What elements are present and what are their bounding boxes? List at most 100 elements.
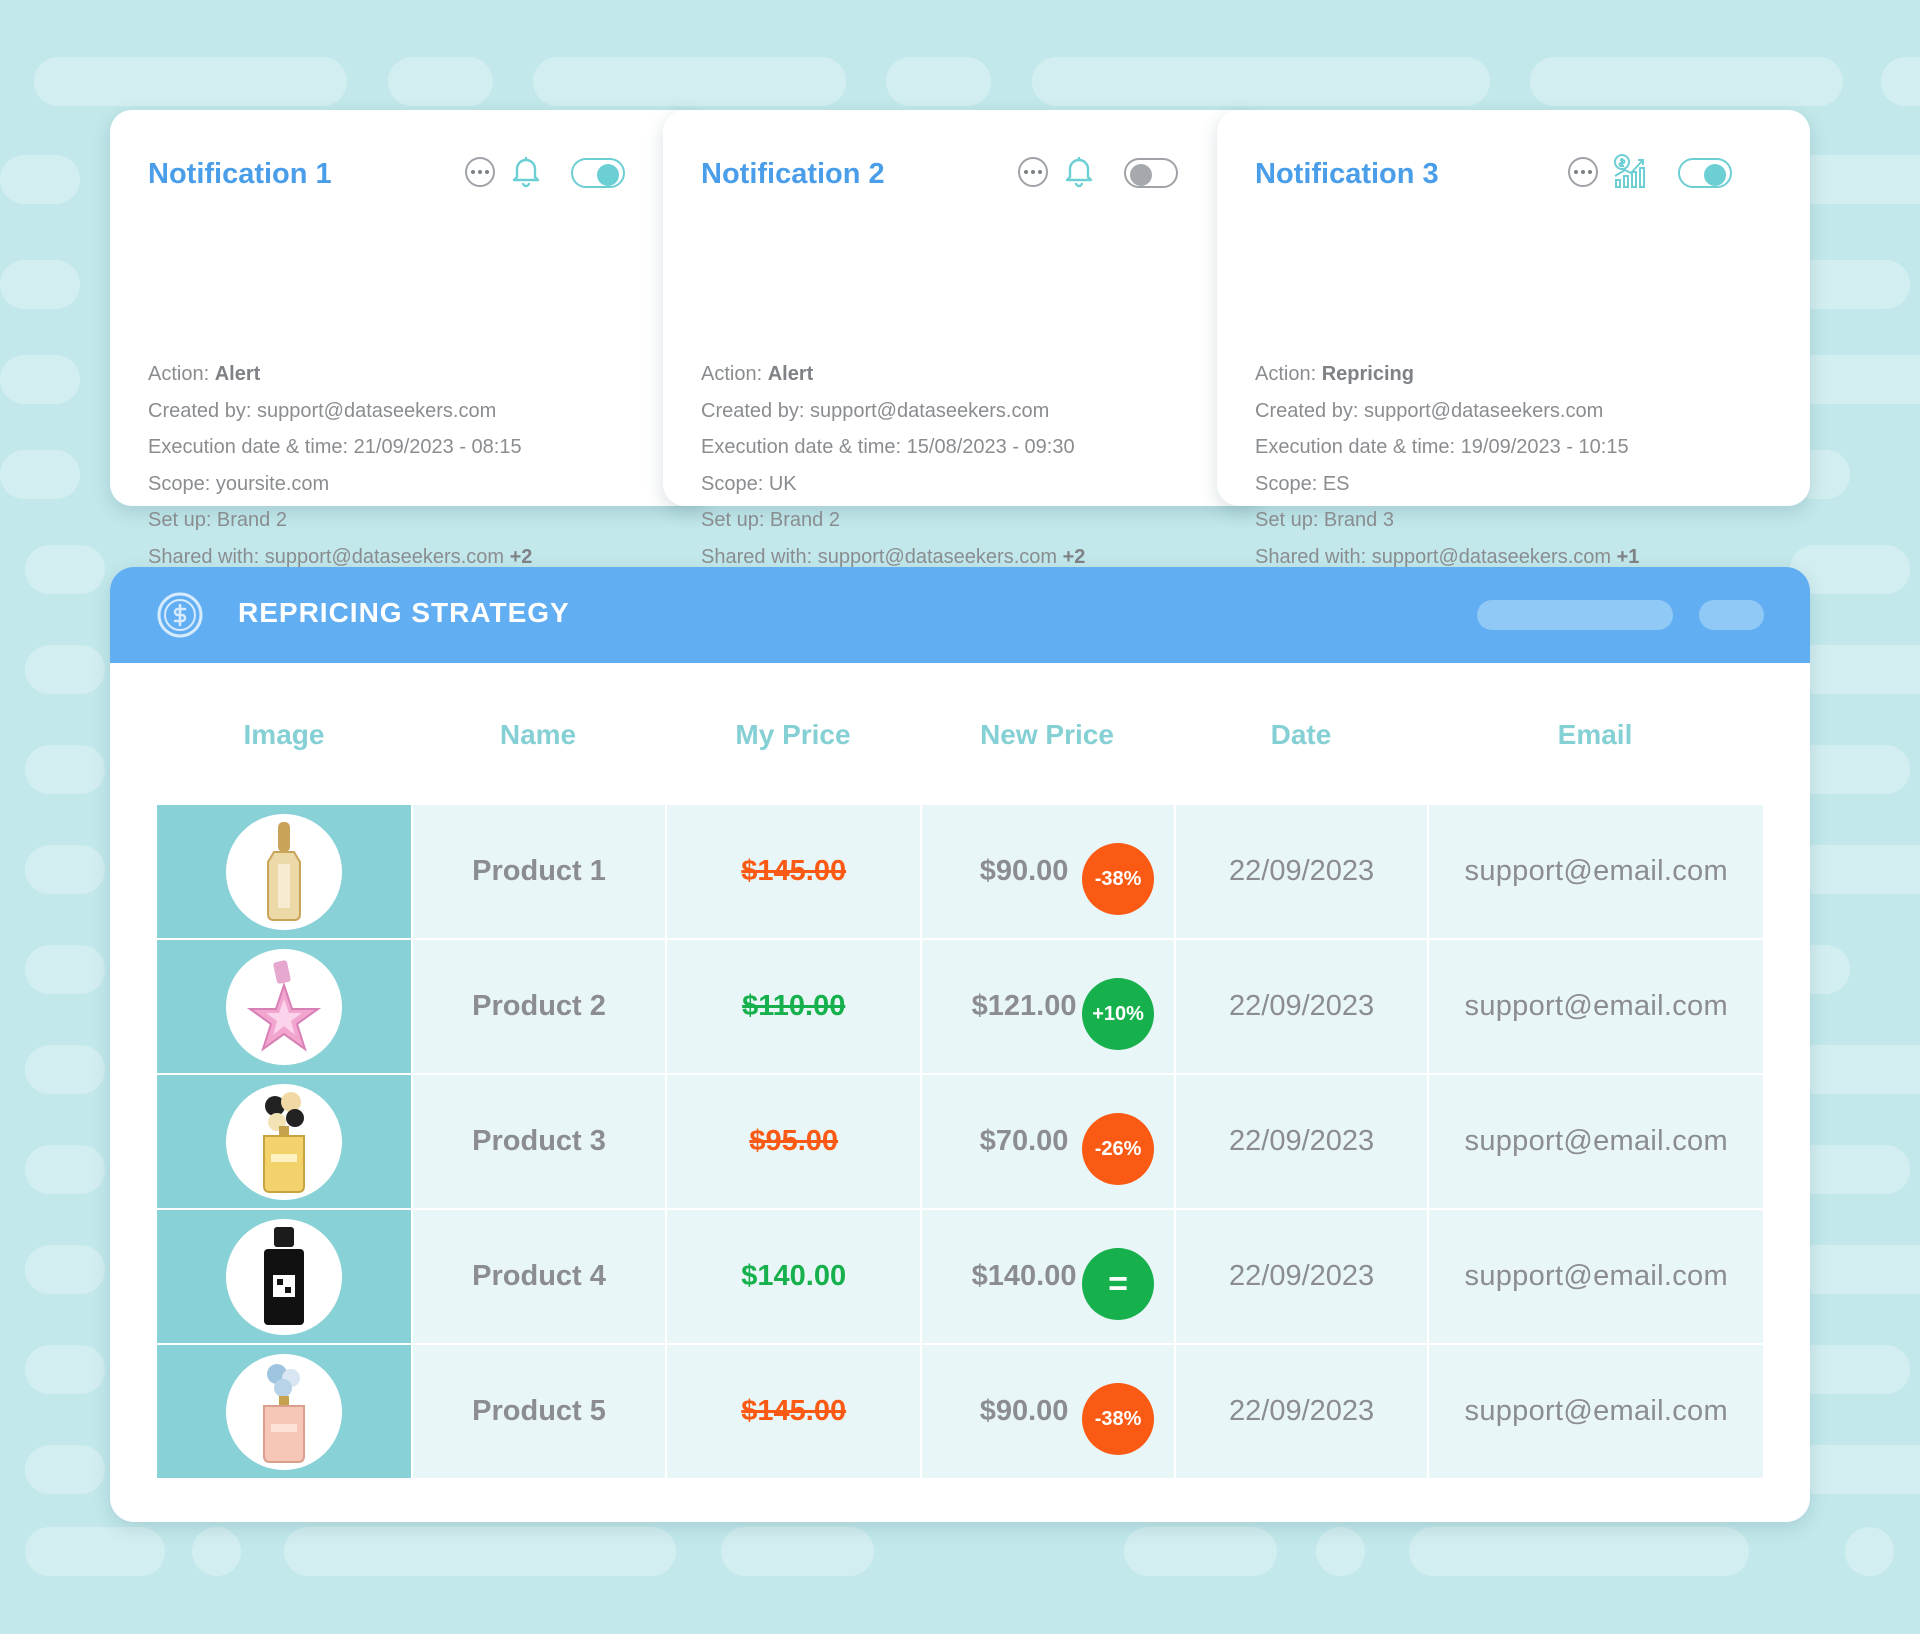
header-search-bar[interactable] — [1477, 600, 1673, 630]
notification-toggle[interactable] — [571, 158, 625, 188]
notification-details: Action: Alert Created by: support@datase… — [148, 356, 532, 576]
product-thumbnail[interactable] — [225, 813, 342, 930]
header-action-button[interactable] — [1699, 600, 1764, 630]
new-price: $121.00 — [971, 990, 1077, 1022]
date-cell: 22/09/2023 — [1175, 940, 1428, 1073]
my-price: $110.00 — [742, 990, 846, 1022]
created-by: Created by: support@dataseekers.com — [1255, 399, 1604, 422]
image-cell — [157, 1075, 411, 1208]
setup: Set up: Brand 3 — [1255, 509, 1394, 532]
execution-datetime: Execution date & time: 15/08/2023 - 09:3… — [701, 436, 1075, 459]
new-price: $90.00 — [979, 855, 1069, 887]
product-name: Product 5 — [412, 1345, 666, 1478]
scope: Scope: UK — [701, 472, 797, 495]
action-label: Action: — [1255, 363, 1317, 385]
email-cell[interactable]: support@email.com — [1429, 940, 1764, 1073]
scope: Scope: ES — [1255, 472, 1350, 495]
more-options-button[interactable] — [465, 157, 495, 187]
product-name: Product 3 — [412, 1075, 666, 1208]
notification-card-1: Notification 1 Action: Alert Created by:… — [110, 110, 710, 568]
table-row[interactable]: Product 2 $110.00 $121.00 +10% 22/09/202… — [157, 940, 1764, 1075]
my-price-cell: $145.00 — [667, 1345, 921, 1478]
email-cell[interactable]: support@email.com — [1429, 805, 1764, 938]
table-row[interactable]: Product 5 $145.00 $90.00 -38% 22/09/2023… — [157, 1345, 1764, 1480]
my-price: $145.00 — [741, 855, 847, 887]
table-row[interactable]: Product 3 $95.00 $70.00 -26% 22/09/2023 … — [157, 1075, 1764, 1210]
email-cell[interactable]: support@email.com — [1429, 1075, 1764, 1208]
my-price: $140.00 — [741, 1260, 847, 1292]
price-change-badge: -38% — [1082, 1383, 1155, 1455]
new-price-cell: $90.00 -38% — [922, 805, 1174, 938]
action-value: Alert — [767, 363, 814, 385]
column-header-image[interactable]: Image — [157, 719, 411, 751]
new-price-cell: $90.00 -38% — [922, 1345, 1174, 1478]
date-cell: 22/09/2023 — [1175, 1075, 1428, 1208]
image-cell — [157, 940, 411, 1073]
new-price-cell: $140.00 = — [922, 1210, 1174, 1343]
notification-title: Notification 2 — [701, 158, 885, 190]
product-name: Product 4 — [412, 1210, 666, 1343]
scope: Scope: yoursite.com — [148, 472, 330, 495]
new-price-cell: $70.00 -26% — [922, 1075, 1174, 1208]
repricing-strategy-panel: REPRICING STRATEGY Image Name My Price N… — [110, 567, 1810, 1522]
action-value: Repricing — [1321, 363, 1414, 385]
shared-with: Shared with: support@dataseekers.com — [148, 545, 505, 568]
new-price: $90.00 — [979, 1395, 1069, 1427]
created-by: Created by: support@dataseekers.com — [148, 399, 497, 422]
action-value: Alert — [214, 363, 261, 385]
more-options-button[interactable] — [1568, 157, 1598, 187]
perfume-bottle-pink-icon — [262, 1363, 305, 1463]
shared-extra-count[interactable]: +2 — [510, 546, 533, 568]
table-row[interactable]: Product 1 $145.00 $90.00 -38% 22/09/2023… — [157, 805, 1764, 940]
perfume-bottle-gold-icon — [266, 821, 301, 921]
product-thumbnail[interactable] — [225, 1218, 342, 1335]
shared-extra-count[interactable]: +2 — [1063, 546, 1086, 568]
my-price-cell: $145.00 — [667, 805, 921, 938]
notification-title: Notification 1 — [148, 158, 332, 190]
price-change-badge: = — [1082, 1248, 1155, 1320]
my-price-cell: $140.00 — [667, 1210, 921, 1343]
date-cell: 22/09/2023 — [1175, 1345, 1428, 1478]
execution-datetime: Execution date & time: 19/09/2023 - 10:1… — [1255, 436, 1629, 459]
notification-toggle[interactable] — [1678, 158, 1732, 188]
bell-icon[interactable] — [1061, 152, 1097, 190]
execution-datetime: Execution date & time: 21/09/2023 - 08:1… — [148, 436, 522, 459]
email-cell[interactable]: support@email.com — [1429, 1210, 1764, 1343]
new-price: $70.00 — [979, 1125, 1069, 1157]
my-price-cell: $110.00 — [667, 940, 921, 1073]
product-thumbnail[interactable] — [225, 1353, 342, 1470]
repricing-table: Product 1 $145.00 $90.00 -38% 22/09/2023… — [157, 805, 1764, 1480]
image-cell — [157, 805, 411, 938]
panel-title: REPRICING STRATEGY — [238, 597, 570, 628]
more-options-button[interactable] — [1018, 157, 1048, 187]
notification-details: Action: Alert Created by: support@datase… — [701, 356, 1085, 576]
date-cell: 22/09/2023 — [1175, 805, 1428, 938]
perfume-bottle-star-icon — [246, 959, 321, 1052]
new-price-cell: $121.00 +10% — [922, 940, 1174, 1073]
price-change-badge: -26% — [1082, 1113, 1155, 1185]
notification-card-2: Notification 2 Action: Alert Created by:… — [663, 110, 1263, 568]
column-header-date[interactable]: Date — [1174, 719, 1428, 751]
column-header-new-price[interactable]: New Price — [920, 719, 1174, 751]
email-cell[interactable]: support@email.com — [1429, 1345, 1764, 1478]
column-header-name[interactable]: Name — [411, 719, 665, 751]
notification-details: Action: Repricing Created by: support@da… — [1255, 356, 1639, 576]
my-price: $145.00 — [741, 1395, 847, 1427]
shared-extra-count[interactable]: +1 — [1617, 546, 1640, 568]
product-name: Product 2 — [412, 940, 666, 1073]
table-row[interactable]: Product 4 $140.00 $140.00 = 22/09/2023 s… — [157, 1210, 1764, 1345]
action-label: Action: — [148, 363, 210, 385]
product-thumbnail[interactable] — [225, 948, 342, 1065]
notification-toggle[interactable] — [1124, 158, 1178, 188]
new-price: $140.00 — [971, 1260, 1077, 1292]
dollar-icon — [157, 592, 203, 638]
product-thumbnail[interactable] — [225, 1083, 342, 1200]
column-header-my-price[interactable]: My Price — [666, 719, 920, 751]
notification-card-3: Notification 3 Action: Repricing Created… — [1217, 110, 1810, 568]
bell-icon[interactable] — [508, 152, 544, 190]
my-price-cell: $95.00 — [667, 1075, 921, 1208]
setup: Set up: Brand 2 — [148, 509, 287, 532]
my-price: $95.00 — [749, 1125, 839, 1157]
column-header-email[interactable]: Email — [1428, 719, 1762, 751]
price-chart-icon[interactable] — [1611, 152, 1647, 190]
